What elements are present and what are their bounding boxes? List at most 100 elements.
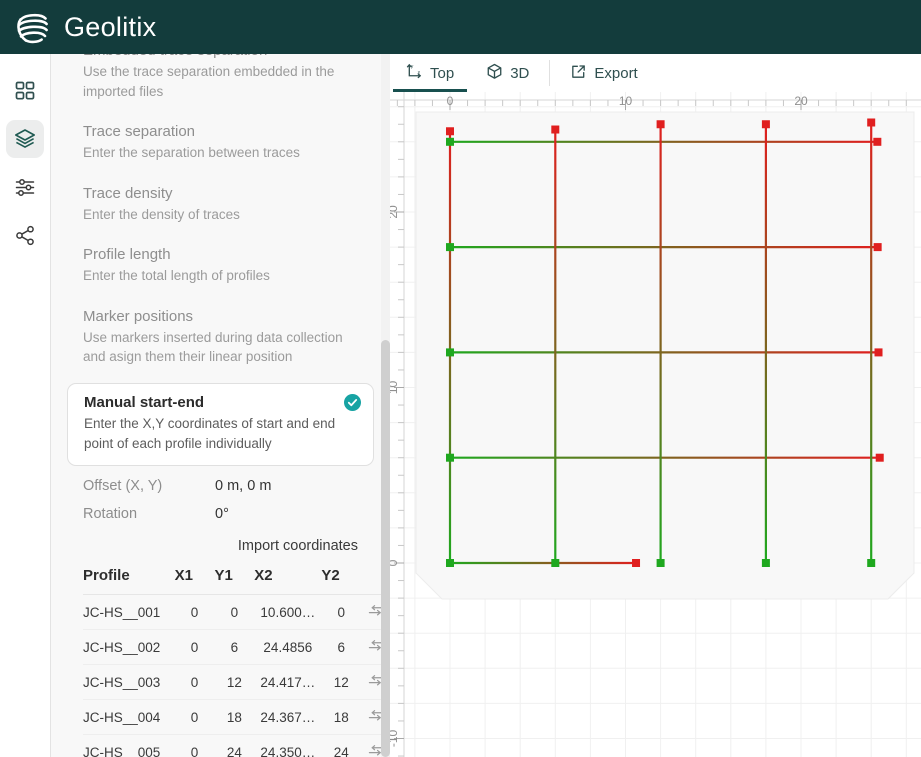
cell-x1[interactable]: 0 bbox=[174, 734, 215, 757]
viewer-pane: y x Top 3D Export 0 10 20 20 10 -10 bbox=[390, 54, 921, 757]
check-circle-icon bbox=[344, 393, 361, 411]
app-root: Geolitix Use the trace separation embedd… bbox=[0, 0, 921, 757]
option-desc: Use markers inserted during data collect… bbox=[83, 329, 343, 365]
x-tick-label: 0 bbox=[447, 94, 454, 108]
profile-start-marker[interactable] bbox=[656, 559, 665, 567]
profile-end-marker[interactable] bbox=[656, 120, 665, 129]
table-row[interactable]: JC-HS__002 0 6 24.4856 6 bbox=[83, 629, 389, 666]
cell-x1[interactable]: 0 bbox=[174, 699, 215, 736]
rail-item-dashboard[interactable] bbox=[6, 72, 44, 110]
panel-scrollbar-thumb[interactable] bbox=[381, 340, 390, 757]
field-value[interactable]: 0° bbox=[215, 506, 229, 522]
plot-canvas[interactable]: 0 10 20 20 10 0 -10 bbox=[390, 92, 921, 757]
tab-label: 3D bbox=[510, 64, 530, 82]
tab-top[interactable]: y x Top bbox=[390, 54, 470, 92]
cell-y2[interactable]: 18 bbox=[321, 699, 362, 736]
column-header-y1: Y1 bbox=[214, 560, 255, 596]
cell-x2[interactable]: 24.417… bbox=[254, 664, 322, 701]
app-header: Geolitix bbox=[0, 0, 921, 54]
option-title: Marker positions bbox=[83, 307, 194, 325]
field-offset: Offset (X, Y) 0 m, 0 m bbox=[67, 472, 374, 500]
profile-end-marker[interactable] bbox=[874, 348, 883, 357]
cell-y2[interactable]: 12 bbox=[321, 664, 362, 701]
table-row[interactable]: JC-HS__004 0 18 24.367… 18 bbox=[83, 699, 389, 736]
profile-start-marker[interactable] bbox=[446, 348, 454, 357]
profile-end-marker[interactable] bbox=[446, 127, 454, 136]
settings-panel: Embedded trace separation Use the trace … bbox=[51, 54, 390, 757]
cell-x1[interactable]: 0 bbox=[174, 629, 215, 666]
cell-profile: JC-HS__005 bbox=[83, 734, 175, 757]
svg-text:y: y bbox=[411, 64, 414, 69]
svg-text:x: x bbox=[418, 70, 421, 75]
option-trace-density[interactable]: Trace density Enter the density of trace… bbox=[67, 175, 374, 237]
cell-y2[interactable]: 24 bbox=[321, 734, 362, 757]
grid-squares-icon bbox=[14, 80, 36, 102]
cell-x2[interactable]: 24.367… bbox=[254, 699, 322, 736]
cell-y2[interactable]: 0 bbox=[321, 594, 362, 631]
cell-x1[interactable]: 0 bbox=[174, 594, 215, 631]
option-profile-length[interactable]: Profile length Enter the total length of… bbox=[67, 236, 374, 298]
profile-start-marker[interactable] bbox=[446, 453, 454, 462]
icon-rail bbox=[0, 54, 51, 757]
rail-item-settings[interactable] bbox=[6, 168, 44, 206]
cell-y1[interactable]: 18 bbox=[214, 699, 255, 736]
profile-start-marker[interactable] bbox=[446, 137, 454, 146]
x-tick-label: 10 bbox=[619, 94, 633, 108]
rail-item-layers[interactable] bbox=[6, 120, 44, 158]
table-row[interactable]: JC-HS__005 0 24 24.350… 24 bbox=[83, 734, 389, 757]
layers-stack-icon bbox=[13, 127, 37, 151]
cell-profile: JC-HS__001 bbox=[83, 594, 175, 631]
y-tick-label: -10 bbox=[390, 730, 400, 748]
cell-profile: JC-HS__002 bbox=[83, 629, 175, 666]
profile-start-marker[interactable] bbox=[446, 559, 454, 567]
profile-start-marker[interactable] bbox=[867, 559, 876, 567]
profile-start-marker[interactable] bbox=[446, 243, 454, 252]
cell-x2[interactable]: 24.350… bbox=[254, 734, 322, 757]
cell-x2[interactable]: 24.4856 bbox=[254, 629, 322, 666]
plot-background bbox=[415, 111, 915, 600]
column-header-x2: X2 bbox=[254, 560, 322, 596]
table-row[interactable]: JC-HS__001 0 0 10.600… 0 bbox=[83, 594, 389, 631]
x-tick-label: 20 bbox=[794, 94, 808, 108]
sliders-icon bbox=[14, 176, 37, 199]
profile-end-marker[interactable] bbox=[873, 243, 882, 252]
field-value[interactable]: 0 m, 0 m bbox=[215, 478, 271, 494]
option-marker-positions[interactable]: Marker positions Use markers inserted du… bbox=[67, 298, 374, 379]
cell-y1[interactable]: 24 bbox=[214, 734, 255, 757]
profile-end-marker[interactable] bbox=[867, 118, 876, 127]
cell-x1[interactable]: 0 bbox=[174, 664, 215, 701]
option-title: Profile length bbox=[83, 246, 171, 264]
option-title: Manual start-end bbox=[84, 393, 205, 411]
profile-end-marker[interactable] bbox=[761, 120, 770, 129]
option-desc: Use the trace separation embedded in the… bbox=[83, 64, 335, 99]
option-desc: Enter the separation between traces bbox=[83, 145, 300, 161]
table-row[interactable]: JC-HS__003 0 12 24.417… 12 bbox=[83, 664, 389, 701]
cell-y1[interactable]: 12 bbox=[214, 664, 255, 701]
option-embedded-trace-separation[interactable]: Embedded trace separation Use the trace … bbox=[67, 54, 374, 113]
cell-y1[interactable]: 6 bbox=[214, 629, 255, 666]
rail-item-share[interactable] bbox=[6, 216, 44, 254]
import-coordinates-button[interactable]: Import coordinates bbox=[238, 538, 358, 554]
field-label: Offset (X, Y) bbox=[83, 478, 163, 495]
table-header-row: Profile X1 Y1 X2 Y2 bbox=[83, 560, 389, 596]
cell-profile: JC-HS__003 bbox=[83, 664, 175, 701]
profile-end-marker[interactable] bbox=[632, 559, 641, 567]
option-trace-separation[interactable]: Trace separation Enter the separation be… bbox=[67, 113, 374, 175]
cell-y2[interactable]: 6 bbox=[321, 629, 362, 666]
option-manual-start-end[interactable]: Manual start-end Enter the X,Y coordinat… bbox=[67, 382, 374, 467]
top-view-plot[interactable]: 0 10 20 20 10 0 -10 bbox=[390, 92, 921, 757]
tab-export[interactable]: Export bbox=[554, 54, 653, 92]
profile-end-marker[interactable] bbox=[551, 125, 560, 134]
viewer-tabs: y x Top 3D Export bbox=[390, 54, 654, 92]
cell-x2[interactable]: 10.600… bbox=[254, 594, 322, 631]
profile-start-marker[interactable] bbox=[761, 559, 770, 567]
profile-end-marker[interactable] bbox=[873, 137, 882, 146]
profile-start-marker[interactable] bbox=[551, 559, 560, 567]
profile-end-marker[interactable] bbox=[875, 453, 884, 462]
option-title: Trace separation bbox=[83, 123, 196, 141]
column-header-profile: Profile bbox=[83, 560, 175, 596]
settings-panel-scroll: Embedded trace separation Use the trace … bbox=[51, 54, 389, 757]
tab-3d[interactable]: 3D bbox=[470, 54, 545, 92]
profiles-table-body: JC-HS__001 0 0 10.600… 0 JC-HS__002 0 6 … bbox=[83, 594, 389, 757]
cell-y1[interactable]: 0 bbox=[214, 594, 255, 631]
